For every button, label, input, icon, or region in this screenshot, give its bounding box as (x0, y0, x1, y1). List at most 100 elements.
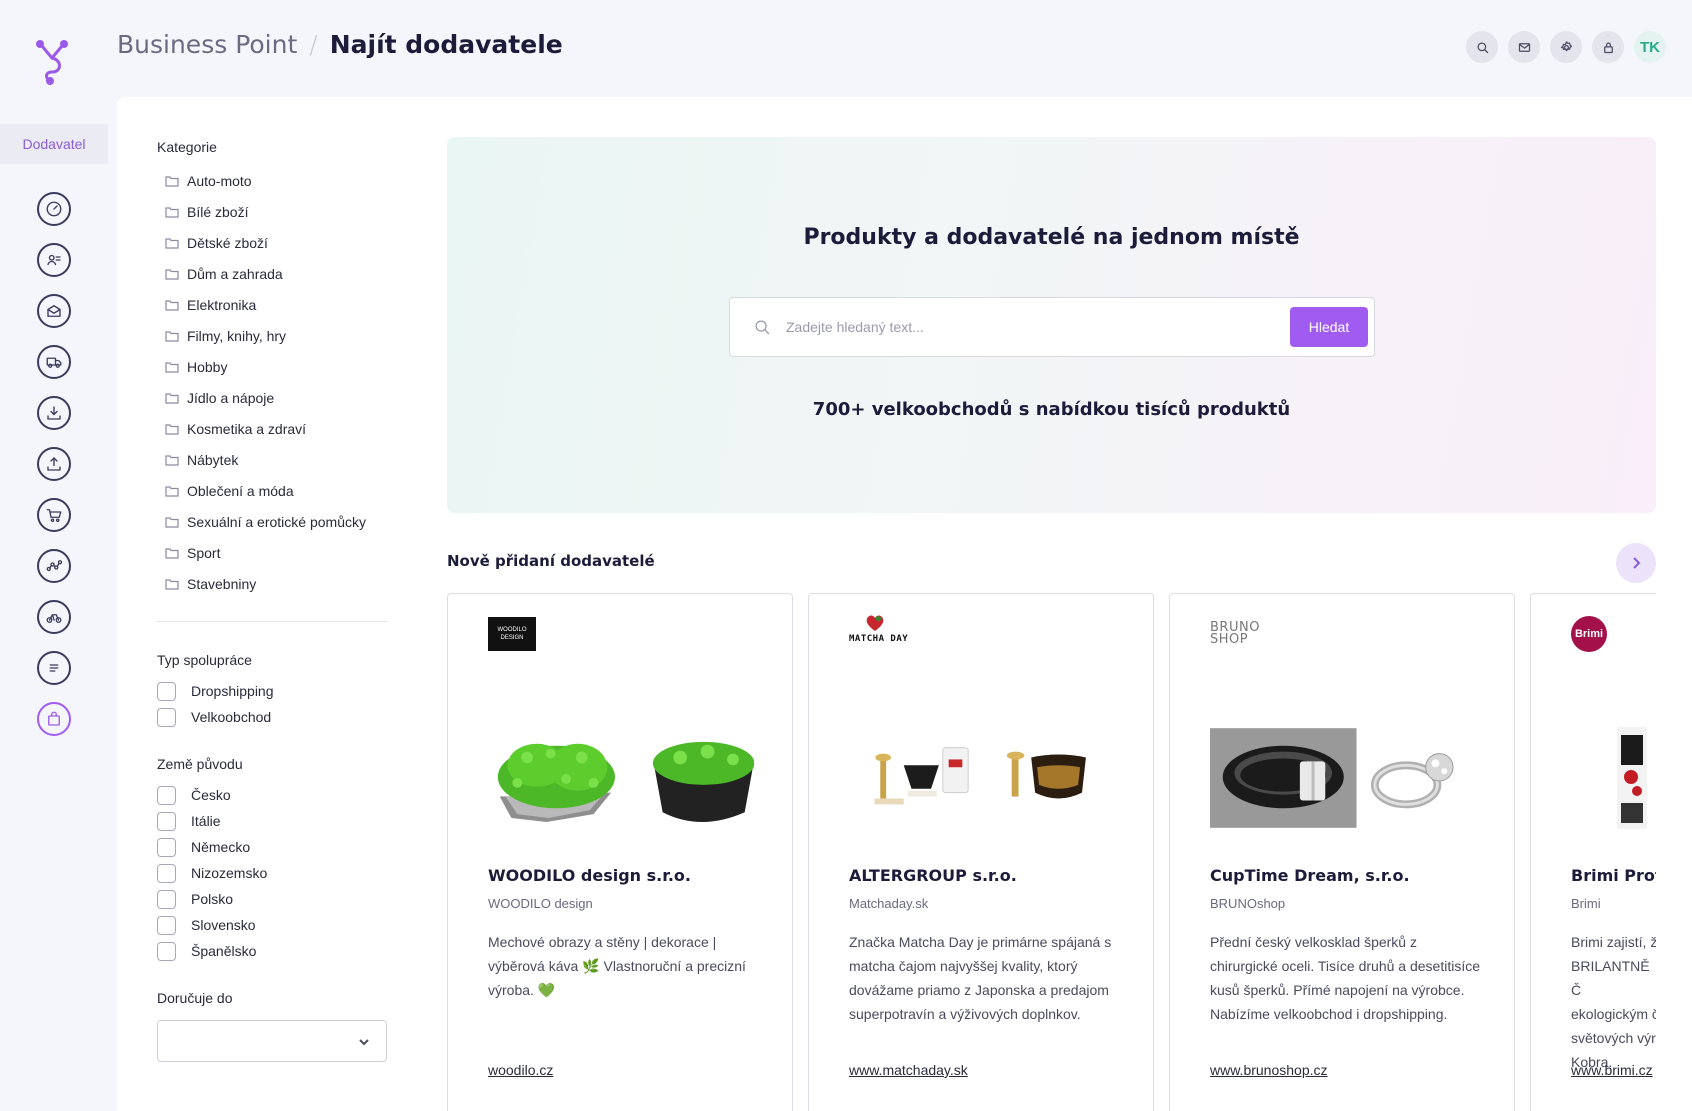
cooperation-option[interactable]: Dropshipping (157, 678, 387, 704)
search-icon (755, 320, 770, 335)
folder-icon (165, 516, 179, 528)
folder-icon (165, 268, 179, 280)
origin-option[interactable]: Nizozemsko (157, 860, 387, 886)
category-label: Oblečení a móda (187, 482, 294, 499)
filter-divider (157, 621, 387, 622)
supplier-card[interactable]: Brimi Brimi Profi Brimi Brimi zajistí, ž… (1530, 593, 1656, 1111)
nav-mail[interactable] (37, 294, 71, 328)
folder-icon (165, 299, 179, 311)
origin-option[interactable]: Španělsko (157, 938, 387, 964)
supplier-logo-text: BRUNO SHOP (1210, 620, 1260, 647)
nav-export[interactable] (37, 447, 71, 481)
option-label: Česko (191, 787, 231, 803)
download-icon (47, 406, 61, 420)
heart-leaf-icon (866, 615, 884, 631)
category-item[interactable]: Bílé zboží (157, 196, 387, 227)
supplier-name: Brimi Profi (1571, 866, 1656, 885)
checkbox[interactable] (157, 707, 176, 727)
lock-icon (1603, 42, 1613, 53)
gear-icon (1560, 40, 1572, 51)
supplier-card[interactable]: WOODILO DESIGN WOODILO design s.r.o. WOO… (447, 593, 793, 1111)
category-label: Dětské zboží (187, 234, 268, 251)
nav-dashboard[interactable] (37, 192, 71, 226)
supplier-website-link[interactable]: woodilo.cz (488, 1062, 553, 1078)
category-label: Elektronika (187, 296, 257, 313)
checkbox[interactable] (157, 915, 176, 935)
category-item[interactable]: Hobby (157, 351, 387, 382)
supplier-logo: MATCHA DAY (849, 614, 908, 654)
category-item[interactable]: Oblečení a móda (157, 475, 387, 506)
supplier-website-link[interactable]: www.brunoshop.cz (1210, 1062, 1328, 1078)
supplier-website-link[interactable]: www.brimi.cz (1571, 1062, 1653, 1078)
category-item[interactable]: Dětské zboží (157, 227, 387, 258)
checkbox[interactable] (157, 889, 176, 909)
supplier-name: WOODILO design s.r.o. (488, 866, 691, 885)
search-input[interactable] (786, 312, 1286, 342)
nav-shipping[interactable] (37, 345, 71, 379)
cooperation-option[interactable]: Velkoobchod (157, 704, 387, 730)
search-submit-button[interactable]: Hledat (1290, 307, 1368, 347)
supplier-website-link[interactable]: www.matchaday.sk (849, 1062, 968, 1078)
supplier-logo: WOODILO DESIGN (488, 614, 536, 654)
checkbox[interactable] (157, 941, 176, 961)
carousel-next-button[interactable] (1616, 543, 1656, 583)
list-icon (49, 664, 59, 672)
messages-button[interactable] (1508, 31, 1540, 63)
origin-option[interactable]: Německo (157, 834, 387, 860)
supplier-card[interactable]: MATCHA DAY ALTERGROUP s.r.o. Matchaday.s… (808, 593, 1154, 1111)
checkbox[interactable] (157, 863, 176, 883)
checkbox[interactable] (157, 785, 176, 805)
delivery-select[interactable] (157, 1020, 387, 1062)
bag-icon (48, 711, 60, 726)
origin-option[interactable]: Itálie (157, 808, 387, 834)
origin-option[interactable]: Česko (157, 782, 387, 808)
nav-analytics[interactable] (37, 549, 71, 583)
avatar[interactable]: TK (1634, 31, 1666, 63)
supplier-name: ALTERGROUP s.r.o. (849, 866, 1017, 885)
nav-list[interactable] (37, 651, 71, 685)
nav-suppliers[interactable] (37, 702, 71, 736)
origin-option[interactable]: Polsko (157, 886, 387, 912)
category-item[interactable]: Nábytek (157, 444, 387, 475)
category-label: Filmy, knihy, hry (187, 327, 287, 344)
search-button[interactable] (1466, 31, 1498, 63)
category-label: Dům a zahrada (187, 265, 283, 282)
sidebar: Dodavatel (0, 0, 108, 1111)
category-item[interactable]: Filmy, knihy, hry (157, 320, 387, 351)
breadcrumb-separator: / (309, 30, 318, 59)
header-actions: TK (1466, 31, 1666, 63)
supplier-logo: Brimi (1571, 614, 1607, 654)
nav-contacts[interactable] (37, 243, 71, 277)
checkbox[interactable] (157, 681, 176, 701)
category-item[interactable]: Sport (157, 537, 387, 568)
category-item[interactable]: Stavebniny (157, 568, 387, 599)
lock-button[interactable] (1592, 31, 1624, 63)
sidebar-tab-dodavatel[interactable]: Dodavatel (0, 124, 108, 164)
category-item[interactable]: Sexuální a erotické pomůcky (157, 506, 387, 537)
category-item[interactable]: Elektronika (157, 289, 387, 320)
origin-option[interactable]: Slovensko (157, 912, 387, 938)
nav-orders[interactable] (37, 498, 71, 532)
search-icon (1477, 42, 1488, 53)
option-label: Velkoobchod (191, 709, 272, 725)
product-image (874, 747, 969, 805)
new-suppliers-title: Nově přidaní dodavatelé (447, 552, 655, 570)
checkbox[interactable] (157, 811, 176, 831)
category-label: Hobby (187, 358, 228, 375)
category-item[interactable]: Dům a zahrada (157, 258, 387, 289)
category-item[interactable]: Auto-moto (157, 165, 387, 196)
delivery-icon (46, 614, 62, 623)
option-label: Německo (191, 839, 251, 855)
checkbox[interactable] (157, 837, 176, 857)
supplier-card[interactable]: BRUNO SHOP CupTime Dream, s.r.o. BRUNOsh… (1169, 593, 1515, 1111)
nav-import[interactable] (37, 396, 71, 430)
nav-delivery[interactable] (37, 600, 71, 634)
app-logo[interactable] (34, 38, 70, 86)
settings-button[interactable] (1550, 31, 1582, 63)
supplier-brand: Matchaday.sk (849, 896, 929, 911)
breadcrumb-root[interactable]: Business Point (117, 30, 297, 59)
category-item[interactable]: Jídlo a nápoje (157, 382, 387, 413)
origin-title: Země původu (157, 756, 243, 772)
category-item[interactable]: Kosmetika a zdraví (157, 413, 387, 444)
mail-icon (47, 305, 61, 317)
